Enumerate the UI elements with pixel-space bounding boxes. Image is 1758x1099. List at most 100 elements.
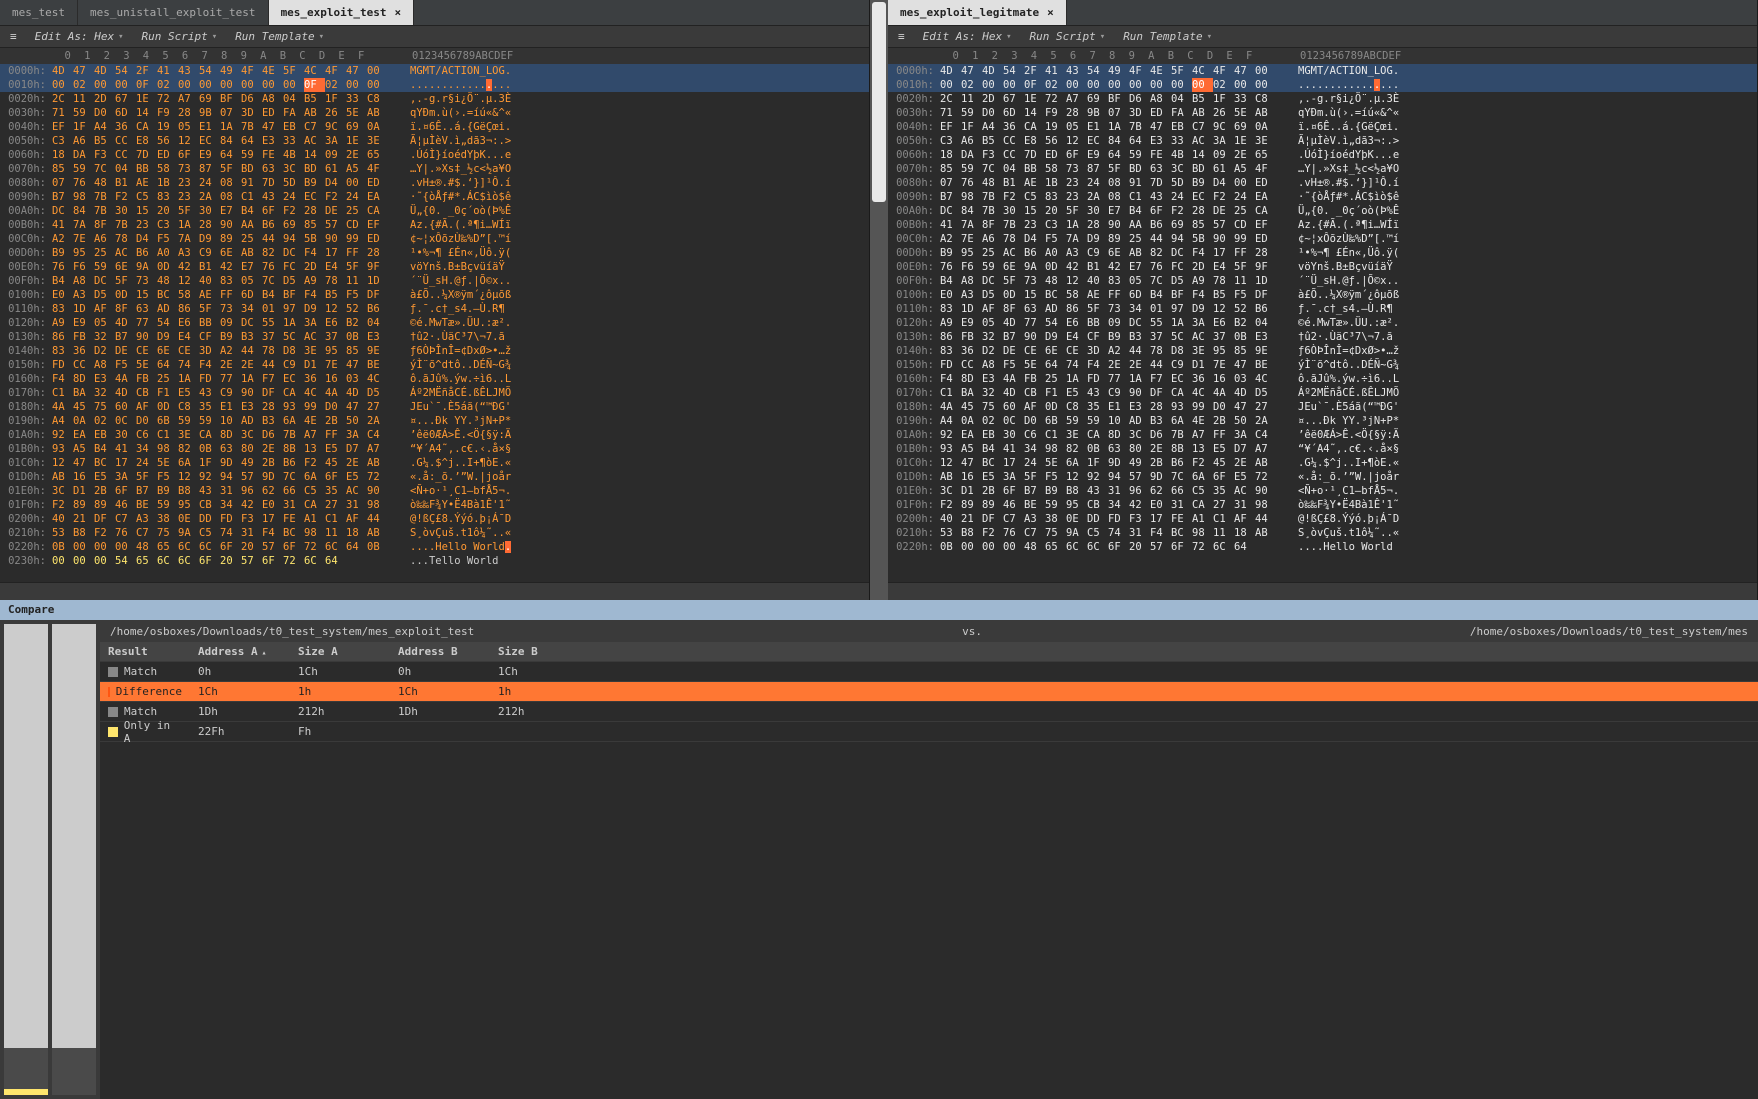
hex-view-left[interactable]: 0000h:4D474D542F414354494F4E5F4C4F4700MG… (0, 64, 869, 582)
run-template-dropdown[interactable]: Run Template▾ (235, 30, 324, 43)
hex-row[interactable]: 0100h:E0A3D50D15BC58AEFF6DB4BFF4B5F5DFà£… (888, 288, 1757, 302)
hex-row[interactable]: 0110h:831DAF8F63AD865F73340197D91252B6ƒ.… (888, 302, 1757, 316)
hex-row[interactable]: 0050h:C3A6B5CCE85612EC8464E333AC3A1E3EÃ¦… (0, 134, 869, 148)
hex-row[interactable]: 01A0h:92EAEB30C6C13ECA8D3CD67BA7FF3AC4’ê… (0, 428, 869, 442)
hex-row[interactable]: 0080h:077648B1AE1B232408917D5DB9D400ED.v… (0, 176, 869, 190)
hex-row[interactable]: 01E0h:3CD12B6FB7B9B84331966266C535AC90<Ñ… (0, 484, 869, 498)
hex-row[interactable]: 0150h:FDCCA8F55E6474F42E2E44C9D17E47BEýÌ… (0, 358, 869, 372)
compare-row-match[interactable]: Match0h1Ch0h1Ch (100, 662, 1758, 682)
col-size-a[interactable]: Size A (290, 645, 390, 658)
hex-row[interactable]: 01D0h:AB16E53A5FF5129294579D7C6A6FE572«.… (888, 470, 1757, 484)
hex-row[interactable]: 0140h:8336D2DECE6ECE3DA24478D83E95859Eƒ6… (0, 344, 869, 358)
col-size-b[interactable]: Size B (490, 645, 590, 658)
hex-row[interactable]: 0220h:0B00000048656C6C6F20576F726C640B..… (0, 540, 869, 554)
hex-row[interactable]: 0110h:831DAF8F63AD865F73340197D91252B6ƒ.… (0, 302, 869, 316)
hex-row[interactable]: 0040h:EF1FA436CA1905E11A7B47EBC79C690Aï.… (0, 120, 869, 134)
hex-row[interactable]: 0130h:86FB32B790D9E4CFB9B3375CAC370BE3†û… (888, 330, 1757, 344)
tab-mes_exploit_legitmate[interactable]: mes_exploit_legitmate× (888, 0, 1067, 25)
compare-row-match[interactable]: Match1Dh212h1Dh212h (100, 702, 1758, 722)
hex-row[interactable]: 00D0h:B99525ACB6A0A3C96EAB82DCF417FF28¹•… (888, 246, 1757, 260)
hex-row[interactable]: 0210h:53B8F276C7759AC57431F4BC981118ABS¸… (888, 526, 1757, 540)
tab-mes_exploit_test[interactable]: mes_exploit_test× (269, 0, 415, 25)
hex-row[interactable]: 0120h:A9E9054D7754E6BB09DC551A3AE6B204©é… (0, 316, 869, 330)
tab-mes_unistall_exploit_test[interactable]: mes_unistall_exploit_test (78, 0, 269, 25)
hex-row[interactable]: 0010h:000200000F020000000000000F020000..… (0, 78, 869, 92)
hex-row[interactable]: 0220h:0B00000048656C6C6F20576F726C64 ...… (888, 540, 1757, 554)
sync-scrollbar[interactable] (870, 0, 888, 600)
hex-row[interactable]: 0120h:A9E9054D7754E6BB09DC551A3AE6B204©é… (888, 316, 1757, 330)
hex-row[interactable]: 0100h:E0A3D50D15BC58AEFF6DB4BFF4B5F5DFà£… (0, 288, 869, 302)
hex-row[interactable]: 0030h:7159D06D14F9289B073DEDFAAB265EABqY… (0, 106, 869, 120)
hex-row[interactable]: 0190h:A40A020CD06B595910ADB36A4E2B502A¤.… (0, 414, 869, 428)
hex-row[interactable]: 00C0h:A27EA678D4F57AD9892544945B9099ED¢~… (888, 232, 1757, 246)
hex-row[interactable]: 0060h:18DAF3CC7DED6FE96459FE4B14092E65.Ú… (888, 148, 1757, 162)
compare-row-onlya[interactable]: Only in A22FhFh (100, 722, 1758, 742)
hex-row[interactable]: 0000h:4D474D542F414354494F4E5F4C4F4700MG… (0, 64, 869, 78)
run-script-dropdown[interactable]: Run Script▾ (142, 30, 218, 43)
edit-as-dropdown[interactable]: Edit As: Hex▾ (923, 30, 1012, 43)
hex-row[interactable]: 0150h:FDCCA8F55E6474F42E2E44C9D17E47BEýÌ… (888, 358, 1757, 372)
hex-row[interactable]: 0060h:18DAF3CC7DED6FE96459FE4B14092E65.Ú… (0, 148, 869, 162)
hex-row[interactable]: 01C0h:1247BC17245E6A1F9D492BB6F2452EAB.G… (888, 456, 1757, 470)
close-icon[interactable]: × (1047, 6, 1054, 19)
run-template-dropdown[interactable]: Run Template▾ (1123, 30, 1212, 43)
hex-row[interactable]: 0020h:2C112D671E72A769BFD6A804B51F33C8,.… (888, 92, 1757, 106)
hex-row[interactable]: 0180h:4A457560AF0DC835E1E3289399D04727JE… (888, 400, 1757, 414)
hex-row[interactable]: 01F0h:F2898946BE5995CB3442E031CA273198ò‰… (888, 498, 1757, 512)
hex-row[interactable]: 0160h:F48DE34AFB251AFD771AF7EC3616034Cô.… (0, 372, 869, 386)
compare-row-diff[interactable]: Difference1Ch1h1Ch1h (100, 682, 1758, 702)
run-script-dropdown[interactable]: Run Script▾ (1030, 30, 1106, 43)
hex-row[interactable]: 00E0h:76F6596E9A0D42B142E776FC2DE45F9Fvö… (888, 260, 1757, 274)
hex-row[interactable]: 00A0h:DC847B3015205F30E7B46FF228DE25CAÜ„… (0, 204, 869, 218)
minimap-col-a[interactable] (4, 624, 48, 1095)
hex-row[interactable]: 00C0h:A27EA678D4F57AD9892544945B9099ED¢~… (0, 232, 869, 246)
hex-row[interactable]: 01F0h:F2898946BE5995CB3442E031CA273198ò‰… (0, 498, 869, 512)
hex-row[interactable]: 00B0h:417A8F7B23C31A2890AAB6698557CDEFAz… (888, 218, 1757, 232)
hex-row[interactable]: 0160h:F48DE34AFB251AFD771AF7EC3616034Cô.… (888, 372, 1757, 386)
hex-row[interactable]: 0140h:8336D2DECE6ECE3DA24478D83E95859Eƒ6… (888, 344, 1757, 358)
hex-row[interactable]: 01E0h:3CD12B6FB7B9B84331966266C535AC90<Ñ… (888, 484, 1757, 498)
hex-view-right[interactable]: 0000h:4D474D542F414354494F4E5F4C4F4700MG… (888, 64, 1757, 582)
col-result[interactable]: Result (100, 645, 190, 658)
hex-row[interactable]: 0170h:C1BA324DCBF1E543C990DFCA4C4A4DD5Áº… (888, 386, 1757, 400)
hex-row[interactable]: 0090h:B7987BF2C583232A08C14324ECF224EA·˜… (0, 190, 869, 204)
hex-row[interactable]: 0230h:00000054656C6C6F20576F726C64...Tel… (0, 554, 869, 568)
hex-row[interactable]: 0040h:EF1FA436CA1905E11A7B47EBC79C690Aï.… (888, 120, 1757, 134)
hex-row[interactable]: 00A0h:DC847B3015205F30E7B46FF228DE25CAÜ„… (888, 204, 1757, 218)
hex-row[interactable]: 00F0h:B4A8DC5F7348124083057CD5A978111D´¨… (888, 274, 1757, 288)
hex-row[interactable]: 0200h:4021DFC7A3380EDDFDF317FEA1C1AF44@!… (0, 512, 869, 526)
hex-row[interactable]: 0080h:077648B1AE1B232408917D5DB9D400ED.v… (888, 176, 1757, 190)
hex-row[interactable]: 0070h:85597C04BB5873875FBD633CBD61A54F…Y… (0, 162, 869, 176)
hex-row[interactable]: 01D0h:AB16E53A5FF5129294579D7C6A6FE572«.… (0, 470, 869, 484)
col-address-b[interactable]: Address B (390, 645, 490, 658)
hex-row[interactable]: 0210h:53B8F276C7759AC57431F4BC981118ABS¸… (0, 526, 869, 540)
hex-row[interactable]: 0050h:C3A6B5CCE85612EC8464E333AC3A1E3EÃ¦… (888, 134, 1757, 148)
hex-row[interactable]: 00F0h:B4A8DC5F7348124083057CD5A978111D´¨… (0, 274, 869, 288)
hex-row[interactable]: 0190h:A40A020CD06B595910ADB36A4E2B502A¤.… (888, 414, 1757, 428)
hex-row[interactable]: 0020h:2C112D671E72A769BFD6A804B51F33C8,.… (0, 92, 869, 106)
minimap-col-b[interactable] (52, 624, 96, 1095)
hex-row[interactable]: 01B0h:93A5B4413498820B63802E8B13E5D7A7“¥… (888, 442, 1757, 456)
hex-row[interactable]: 0030h:7159D06D14F9289B073DEDFAAB265EABqY… (888, 106, 1757, 120)
hex-row[interactable]: 00E0h:76F6596E9A0D42B142E776FC2DE45F9Fvö… (0, 260, 869, 274)
hex-row[interactable]: 00B0h:417A8F7B23C31A2890AAB6698557CDEFAz… (0, 218, 869, 232)
config-icon[interactable]: ≡ (10, 30, 17, 43)
hex-row[interactable]: 0090h:B7987BF2C583232A08C14324ECF224EA·˜… (888, 190, 1757, 204)
hex-row[interactable]: 01C0h:1247BC17245E6A1F9D492BB6F2452EAB.G… (0, 456, 869, 470)
hex-row[interactable]: 01A0h:92EAEB30C6C13ECA8D3CD67BA7FF3AC4’ê… (888, 428, 1757, 442)
hex-row[interactable]: 0170h:C1BA324DCBF1E543C990DFCA4C4A4DD5Áº… (0, 386, 869, 400)
hex-row[interactable]: 0000h:4D474D542F414354494F4E5F4C4F4700MG… (888, 64, 1757, 78)
hex-row[interactable]: 0130h:86FB32B790D9E4CFB9B3375CAC370BE3†û… (0, 330, 869, 344)
close-icon[interactable]: × (395, 6, 402, 19)
compare-minimap[interactable] (0, 620, 100, 1099)
config-icon[interactable]: ≡ (898, 30, 905, 43)
compare-table-header[interactable]: Result Address A▴ Size A Address B Size … (100, 642, 1758, 662)
col-address-a[interactable]: Address A▴ (190, 645, 290, 658)
hex-row[interactable]: 0180h:4A457560AF0DC835E1E3289399D04727JE… (0, 400, 869, 414)
hex-row[interactable]: 0070h:85597C04BB5873875FBD633CBD61A54F…Y… (888, 162, 1757, 176)
scroll-thumb[interactable] (872, 2, 886, 202)
hex-row[interactable]: 0010h:000200000F0200000000000000020000..… (888, 78, 1757, 92)
edit-as-dropdown[interactable]: Edit As: Hex▾ (35, 30, 124, 43)
hex-row[interactable]: 00D0h:B99525ACB6A0A3C96EAB82DCF417FF28¹•… (0, 246, 869, 260)
hex-row[interactable]: 01B0h:93A5B4413498820B63802E8B13E5D7A7“¥… (0, 442, 869, 456)
